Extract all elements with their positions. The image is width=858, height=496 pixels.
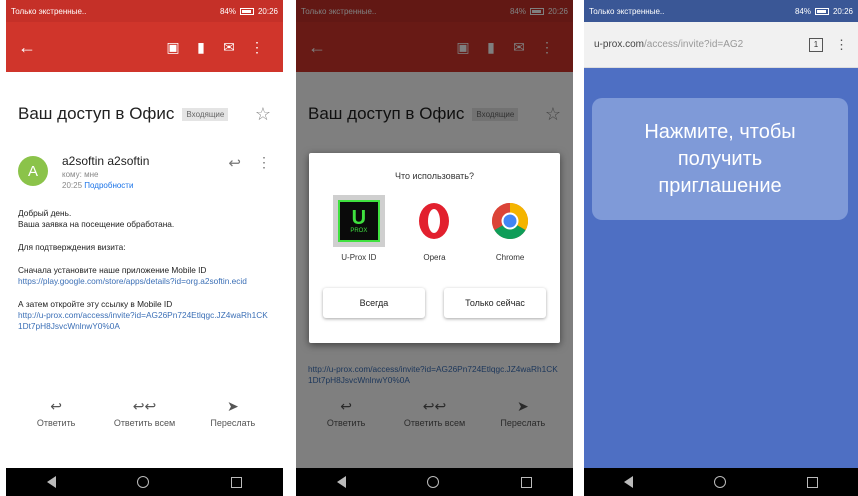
body-line-4: А затем откройте эту ссылку в Mobile ID [18, 299, 173, 309]
phone-screen-chooser: Только экстренные.. 84% 20:26 ← ▣ ▮ ✉ ⋮ … [296, 0, 573, 496]
inbox-label[interactable]: Входящие [182, 107, 229, 121]
invite-link[interactable]: http://u-prox.com/access/invite?id=AG26P… [18, 310, 268, 331]
reply-button[interactable]: ↩ Ответить [16, 398, 96, 428]
email-subject: Ваш доступ в Офис [18, 104, 175, 123]
url-host: u-prox.com [594, 39, 645, 50]
sender-name: a2softin a2softin [62, 154, 150, 168]
battery-percent: 84% [219, 6, 236, 16]
status-bar: Только экстренные.. 84% 20:26 [584, 0, 858, 22]
app-list: U PROX U-Prox ID Opera Chrome [309, 195, 560, 262]
forward-label: Переслать [210, 418, 256, 428]
body-line-2: Для подтверждения визита: [18, 242, 126, 252]
subject-row: Ваш доступ в Офис Входящие ☆ [6, 86, 283, 142]
overflow-menu-icon[interactable]: ⋮ [243, 39, 271, 56]
email-body: Добрый день. Ваша заявка на посещение об… [6, 190, 283, 332]
android-nav-bar [296, 468, 573, 496]
battery-icon [814, 7, 829, 15]
dialog-title: Что использовать? [394, 171, 474, 181]
greeting-text: Добрый день. [18, 208, 72, 218]
browser-menu-icon[interactable]: ⋮ [835, 37, 848, 53]
opera-icon [419, 203, 450, 239]
nav-recents-icon[interactable] [806, 476, 818, 488]
url-path: /access/invite?id=AG2 [644, 39, 744, 50]
phone-screen-email: Только экстренные.. 84% 20:26 ← ▣ ▮ ✉ ⋮ … [6, 0, 283, 496]
clock: 20:26 [832, 6, 853, 16]
avatar[interactable]: A [18, 156, 48, 186]
app-label: U-Prox ID [341, 253, 377, 262]
nav-back-icon[interactable] [46, 476, 56, 488]
web-page: Нажмите, чтобы получить приглашение [584, 68, 858, 468]
tab-switcher-button[interactable]: 1 [809, 37, 823, 52]
body-line-1: Ваша заявка на посещение обработана. [18, 219, 175, 229]
gmail-toolbar: ← ▣ ▮ ✉ ⋮ [6, 22, 283, 72]
nav-home-icon[interactable] [137, 476, 150, 488]
app-chooser-dialog: Что использовать? U PROX U-Prox ID Opera… [309, 153, 560, 343]
reply-icon[interactable]: ↩ [228, 154, 241, 172]
address-field[interactable]: u-prox.com/access/invite?id=AG2 [594, 39, 801, 50]
reply-all-button[interactable]: ↩↩ Ответить всем [104, 398, 184, 428]
reply-label: Ответить [36, 418, 76, 428]
email-actions: ↩ Ответить ↩↩ Ответить всем ➤ Переслать [6, 398, 283, 428]
app-option-chrome[interactable]: Chrome [478, 195, 542, 262]
delete-icon[interactable]: ▮ [187, 39, 215, 56]
archive-icon[interactable]: ▣ [159, 39, 187, 56]
chrome-icon [492, 203, 529, 240]
reply-all-label: Ответить всем [113, 418, 176, 428]
app-label: Chrome [495, 253, 525, 262]
nav-home-icon[interactable] [713, 476, 726, 488]
message-more-icon[interactable]: ⋮ [257, 154, 271, 171]
nav-home-icon[interactable] [427, 476, 440, 488]
mail-icon[interactable]: ✉ [215, 39, 243, 56]
android-nav-bar [584, 468, 858, 496]
carrier-text: Только экстренные.. [589, 6, 665, 16]
store-link[interactable]: https://play.google.com/store/apps/detai… [18, 276, 247, 286]
nav-recents-icon[interactable] [521, 476, 533, 488]
dialog-buttons: Всегда Только сейчас [309, 288, 560, 318]
app-option-opera[interactable]: Opera [402, 195, 466, 262]
browser-url-bar: u-prox.com/access/invite?id=AG2 1 ⋮ [584, 22, 858, 68]
phone-screen-browser: Только экстренные.. 84% 20:26 u-prox.com… [584, 0, 858, 496]
status-bar: Только экстренные.. 84% 20:26 [6, 0, 283, 22]
get-invite-button[interactable]: Нажмите, чтобы получить приглашение [592, 98, 848, 220]
back-arrow-icon[interactable]: ← [18, 37, 42, 58]
carrier-text: Только экстренные.. [11, 6, 87, 16]
nav-back-icon[interactable] [336, 476, 346, 488]
nav-recents-icon[interactable] [231, 476, 243, 488]
forward-icon: ➤ [226, 398, 239, 414]
clock: 20:26 [257, 6, 278, 16]
star-icon[interactable]: ☆ [255, 104, 271, 125]
nav-back-icon[interactable] [624, 476, 634, 488]
app-label: Opera [423, 253, 446, 262]
reply-icon: ↩ [50, 398, 63, 414]
reply-all-icon: ↩↩ [132, 398, 157, 414]
just-once-button[interactable]: Только сейчас [444, 288, 546, 318]
battery-icon [239, 7, 254, 15]
always-button[interactable]: Всегда [323, 288, 425, 318]
body-line-3: Сначала установите наше приложение Mobil… [18, 265, 207, 275]
sender-row: A a2softin a2softin кому: мне 20:25 Подр… [6, 142, 283, 190]
app-option-uprox[interactable]: U PROX U-Prox ID [327, 195, 391, 262]
recipient-line: кому: мне [62, 170, 99, 179]
sent-time: 20:25 [62, 181, 83, 190]
android-nav-bar [6, 468, 283, 496]
forward-button[interactable]: ➤ Переслать [193, 398, 273, 428]
battery-percent: 84% [794, 6, 811, 16]
get-invite-label: Нажмите, чтобы получить приглашение [644, 120, 796, 197]
details-link[interactable]: Подробности [84, 181, 133, 190]
u-prox-icon: U PROX [337, 200, 380, 242]
